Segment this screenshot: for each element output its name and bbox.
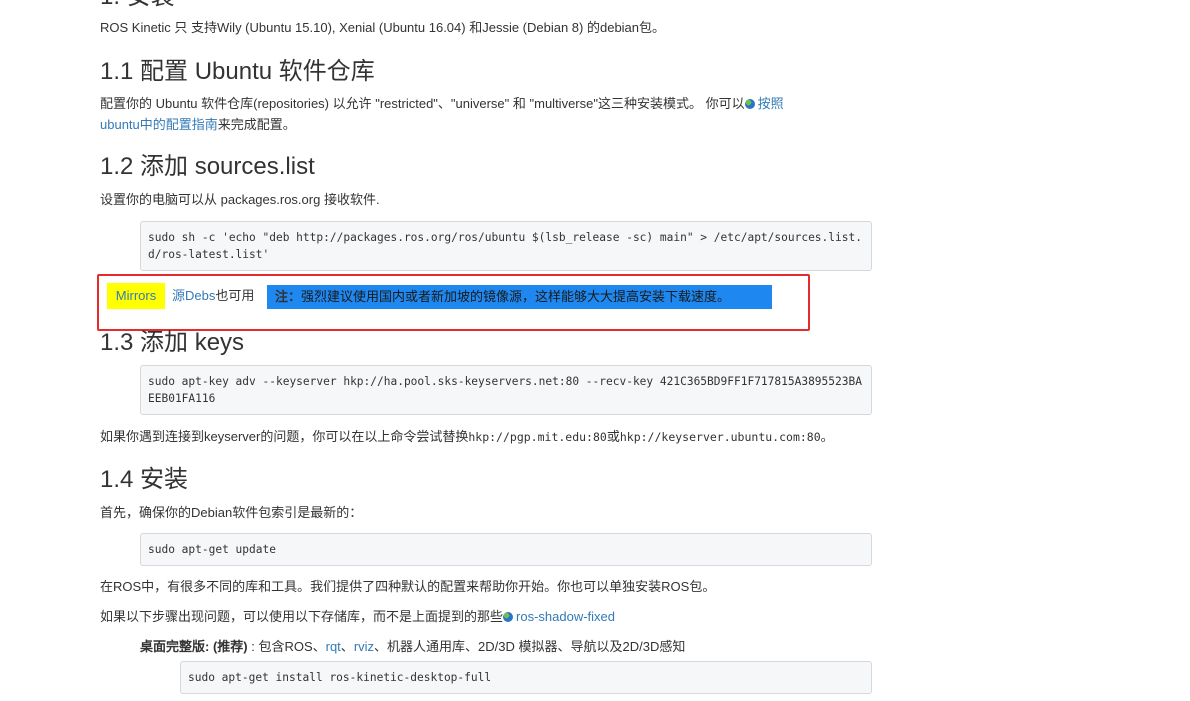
note-text: 强烈建议使用国内或者新加坡的镜像源，这样能够大大提高安装下载速度。 [301, 289, 731, 304]
desktop-full-text1: : 包含ROS、 [247, 639, 326, 654]
section-1-1-line1: 配置你的 Ubuntu 软件仓库(repositories) 以允许 "rest… [100, 94, 784, 114]
link-follow[interactable]: 按照 [758, 96, 784, 111]
section-1-1-text1: 配置你的 Ubuntu 软件仓库(repositories) 以允许 "rest… [100, 96, 745, 111]
link-ubuntu-guide[interactable]: ubuntu中的配置指南 [100, 117, 218, 132]
section-1-1-line2: ubuntu中的配置指南来完成配置。 [100, 115, 296, 135]
section-1-4-text1: 首先，确保你的Debian软件包索引是最新的： [100, 505, 363, 520]
sources-list-code-block[interactable]: sudo sh -c 'echo "deb http://packages.ro… [140, 221, 872, 271]
keyserver-note: 如果你遇到连接到keyserver的问题，你可以在以上命令尝试替换hkp://p… [100, 427, 834, 447]
sep-text: 、 [340, 639, 354, 654]
section-1-intro: ROS Kinetic 只 支持Wily (Ubuntu 15.10), Xen… [100, 20, 666, 35]
desktop-full-line: 桌面完整版: (推荐) : 包含ROS、rqt、rviz、机器人通用库、2D/3… [140, 637, 685, 657]
globe-icon [503, 612, 514, 622]
mirror-note: 注：强烈建议使用国内或者新加坡的镜像源，这样能够大大提高安装下载速度。 [267, 285, 772, 309]
source-debs-link[interactable]: 源Debs [172, 288, 215, 303]
keys-code-block[interactable]: sudo apt-key adv --keyserver hkp://ha.po… [140, 365, 872, 415]
ros-shadow-fixed-link[interactable]: ros-shadow-fixed [516, 609, 615, 624]
also-ok-text: 也可用 [215, 288, 255, 303]
rviz-link[interactable]: rviz [354, 639, 374, 654]
mirrors-link[interactable]: Mirrors [107, 283, 165, 309]
section-1-4-text2: 在ROS中，有很多不同的库和工具。我们提供了四种默认的配置来帮助你开始。你也可以… [100, 579, 716, 594]
section-1-heading: 1. 安装 [100, 0, 175, 12]
section-1-4-text3-line: 如果以下步骤出现问题，可以使用以下存储库，而不是上面提到的那些 ros-shado… [100, 607, 615, 627]
globe-icon [744, 99, 755, 109]
alt-keyserver-1: hkp://pgp.mit.edu:80 [468, 430, 607, 444]
section-1-4-text3: 如果以下步骤出现问题，可以使用以下存储库，而不是上面提到的那些 [100, 609, 504, 624]
desktop-full-code-block[interactable]: sudo apt-get install ros-kinetic-desktop… [180, 661, 872, 694]
section-1-2-text: 设置你的电脑可以从 packages.ros.org 接收软件. [100, 192, 380, 207]
source-debs-line: 源Debs也可用 [172, 286, 254, 306]
keyserver-text: 如果你遇到连接到keyserver的问题，你可以在以上命令尝试替换 [100, 429, 469, 444]
note-label: 注： [275, 289, 302, 304]
desktop-full-label: 桌面完整版: (推荐) [140, 639, 248, 654]
alt-keyserver-2: hkp://keyserver.ubuntu.com:80 [619, 430, 821, 444]
section-1-3-heading: 1.3 添加 keys [100, 329, 245, 356]
or-text: 或 [606, 429, 620, 444]
section-1-2-heading: 1.2 添加 sources.list [100, 153, 315, 180]
apt-update-code-block[interactable]: sudo apt-get update [140, 533, 872, 566]
section-1-1-text2: 来完成配置。 [217, 117, 296, 132]
section-1-4-heading: 1.4 安装 [100, 466, 189, 493]
end-punct: 。 [820, 429, 834, 444]
rqt-link[interactable]: rqt [326, 639, 341, 654]
section-1-1-heading: 1.1 配置 Ubuntu 软件仓库 [100, 58, 375, 85]
desktop-full-text2: 、机器人通用库、2D/3D 模拟器、导航以及2D/3D感知 [374, 639, 686, 654]
